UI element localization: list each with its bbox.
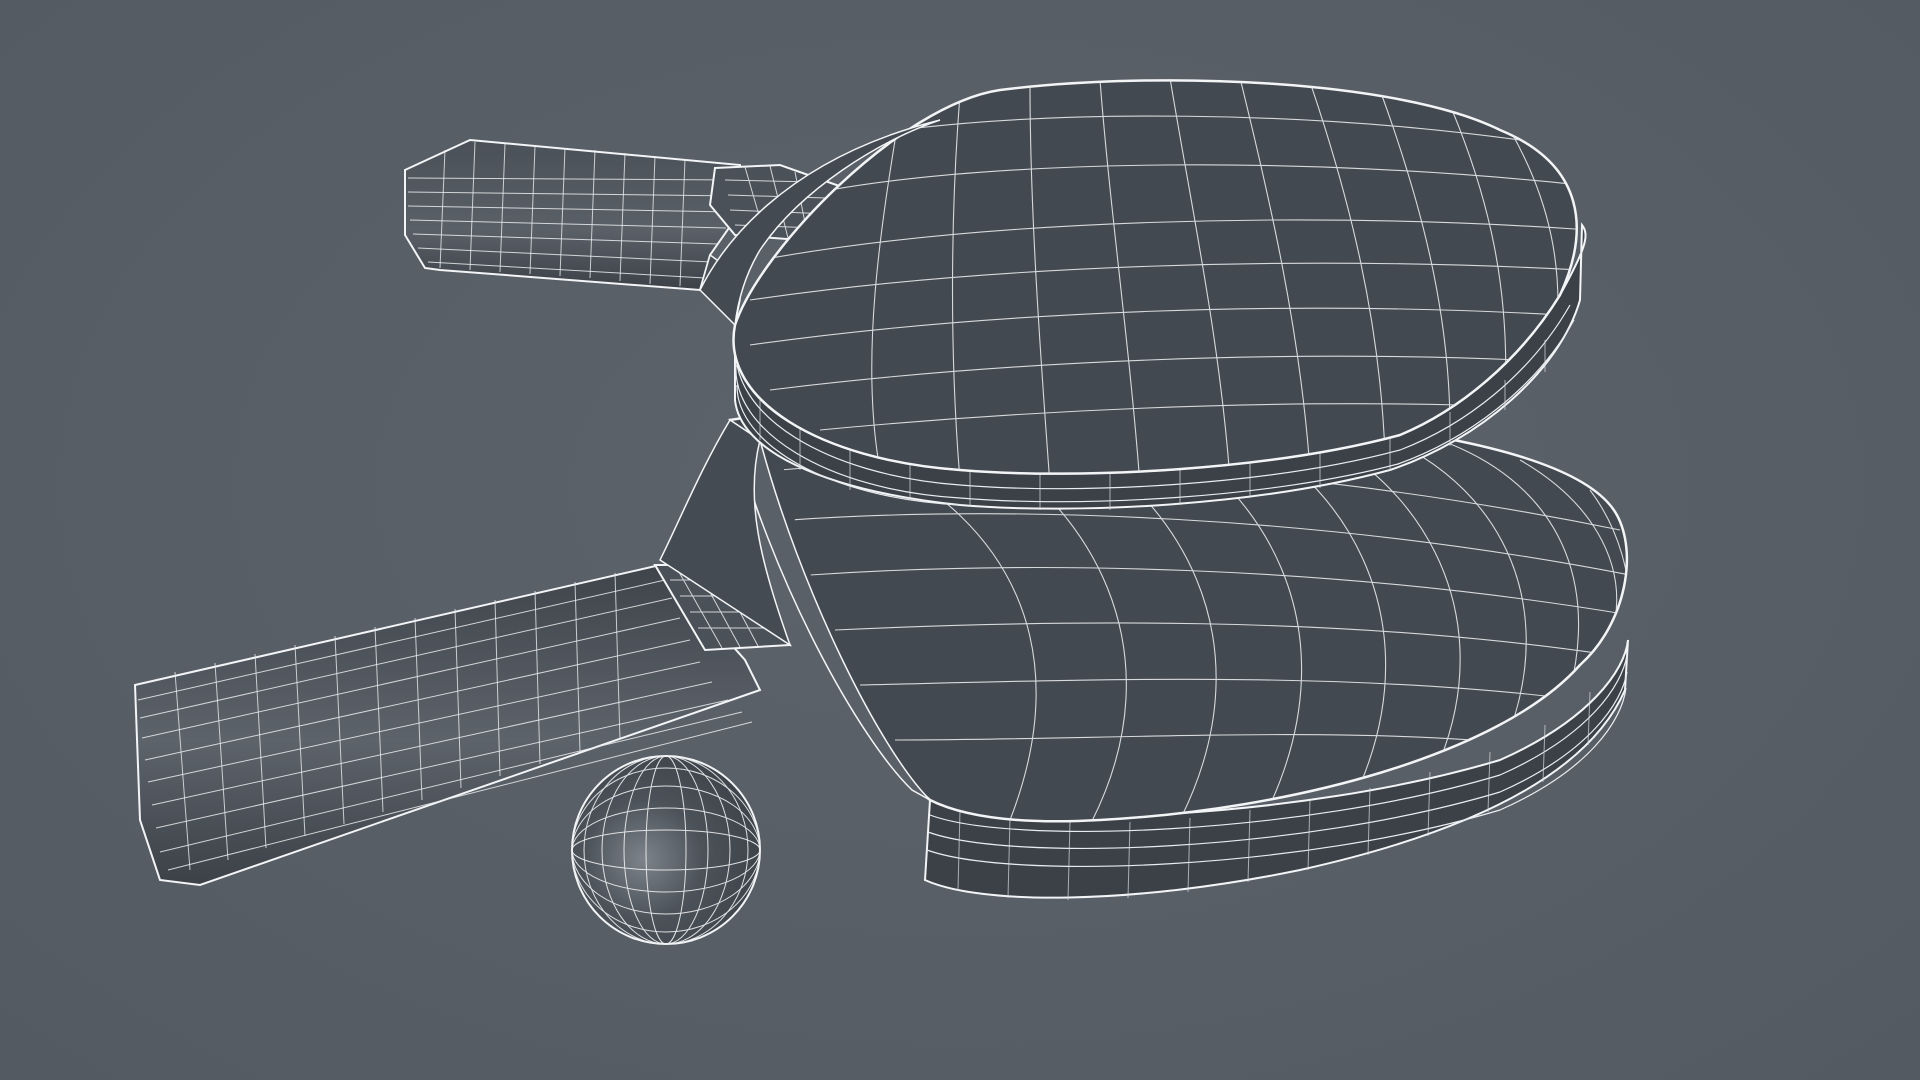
wireframe-render — [133, 79, 1629, 945]
paddle-top — [404, 79, 1587, 510]
ball — [571, 755, 761, 945]
3d-viewport — [0, 0, 1920, 1080]
